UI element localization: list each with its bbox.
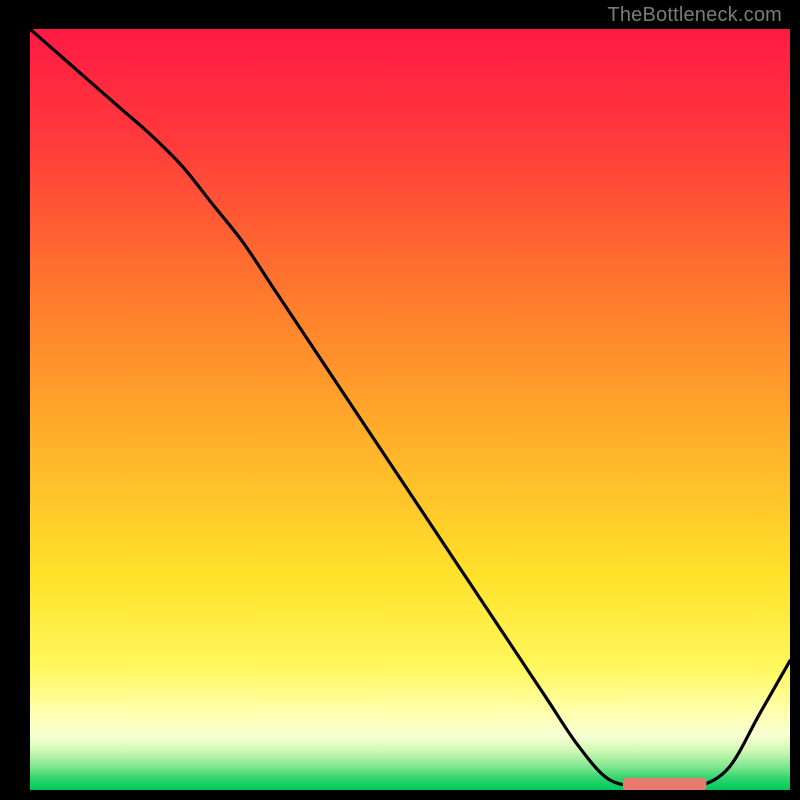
bottleneck-chart — [0, 0, 800, 800]
gradient-background — [30, 29, 790, 790]
frame-left — [24, 27, 30, 796]
optimal-range-marker — [623, 778, 707, 791]
chart-stage: TheBottleneck.com — [0, 0, 800, 800]
frame-bottom — [24, 790, 790, 796]
